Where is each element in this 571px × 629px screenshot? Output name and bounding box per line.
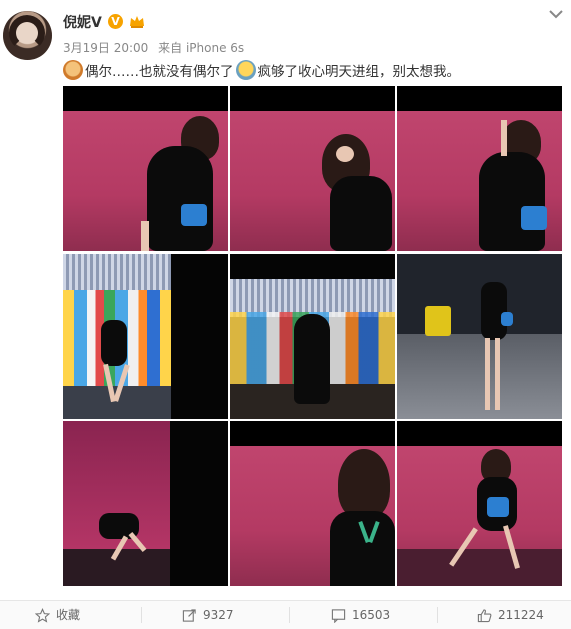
comment-icon bbox=[331, 608, 346, 623]
avatar-hair bbox=[9, 15, 45, 51]
photo-2[interactable] bbox=[230, 86, 395, 251]
post-text-part1: 偶尔……也就没有偶尔了 bbox=[85, 64, 234, 80]
emoji-icon bbox=[235, 60, 256, 80]
photo-bag bbox=[521, 206, 547, 230]
post-source: 来自 iPhone 6s bbox=[158, 41, 245, 55]
post-text-part2: 疯够了收心明天进组，别太想我。 bbox=[257, 64, 461, 80]
photo-figure bbox=[147, 146, 213, 251]
photo-figure-skin bbox=[495, 338, 500, 410]
photo-figure-hair bbox=[338, 449, 390, 519]
username[interactable]: 倪妮V bbox=[63, 12, 102, 32]
comment-button[interactable]: 16503 bbox=[331, 601, 390, 629]
photo-ground bbox=[397, 549, 562, 586]
repost-button[interactable]: 9327 bbox=[182, 601, 234, 629]
photo-7[interactable] bbox=[63, 421, 228, 586]
vip-badge-icon bbox=[130, 16, 144, 28]
favorite-label: 收藏 bbox=[56, 608, 81, 622]
divider bbox=[437, 607, 438, 623]
photo-figure bbox=[481, 282, 507, 340]
like-count: 211224 bbox=[498, 608, 544, 622]
photo-figure-skin bbox=[501, 120, 507, 156]
emoji-icon bbox=[63, 60, 83, 80]
post-text: 偶尔……也就没有偶尔了 疯够了收心明天进组，别太想我。 bbox=[63, 60, 460, 80]
photo-figure bbox=[330, 176, 392, 251]
chevron-down-icon[interactable] bbox=[548, 8, 564, 20]
photo-grid bbox=[63, 86, 563, 586]
divider bbox=[141, 607, 142, 623]
post-date[interactable]: 3月19日 20:00 bbox=[63, 41, 148, 55]
photo-figure-skin bbox=[336, 146, 354, 162]
photo-4[interactable] bbox=[63, 254, 228, 419]
photo-figure bbox=[479, 152, 545, 251]
photo-8[interactable] bbox=[230, 421, 395, 586]
action-bar: 收藏 9327 16503 211224 bbox=[0, 600, 571, 629]
photo-sky bbox=[397, 254, 562, 334]
photo-road bbox=[397, 334, 562, 419]
photo-truck bbox=[425, 306, 451, 336]
photo-1[interactable] bbox=[63, 86, 228, 251]
photo-bag bbox=[487, 497, 509, 517]
divider bbox=[289, 607, 290, 623]
verified-v-icon: V bbox=[108, 14, 123, 29]
star-icon bbox=[35, 607, 50, 623]
photo-5[interactable] bbox=[230, 254, 395, 419]
photo-figure-skin bbox=[141, 221, 149, 251]
photo-3[interactable] bbox=[397, 86, 562, 251]
repost-icon bbox=[182, 608, 196, 622]
comment-count: 16503 bbox=[352, 608, 391, 622]
like-icon bbox=[477, 608, 492, 622]
weibo-post-card: 倪妮V V 3月19日 20:00 来自 iPhone 6s 偶尔……也就没有偶… bbox=[0, 0, 571, 629]
post-meta: 3月19日 20:00 来自 iPhone 6s bbox=[63, 39, 250, 56]
photo-9[interactable] bbox=[397, 421, 562, 586]
avatar[interactable] bbox=[3, 11, 52, 60]
photo-figure bbox=[101, 320, 127, 366]
repost-count: 9327 bbox=[203, 608, 234, 622]
photo-bag bbox=[181, 204, 207, 226]
photo-figure-silhouette bbox=[294, 314, 330, 404]
photo-background bbox=[63, 254, 171, 294]
like-button[interactable]: 211224 bbox=[477, 601, 544, 629]
photo-figure-skin bbox=[485, 338, 490, 410]
favorite-button[interactable]: 收藏 bbox=[35, 601, 80, 629]
photo-bag bbox=[501, 312, 513, 326]
photo-6[interactable] bbox=[397, 254, 562, 419]
